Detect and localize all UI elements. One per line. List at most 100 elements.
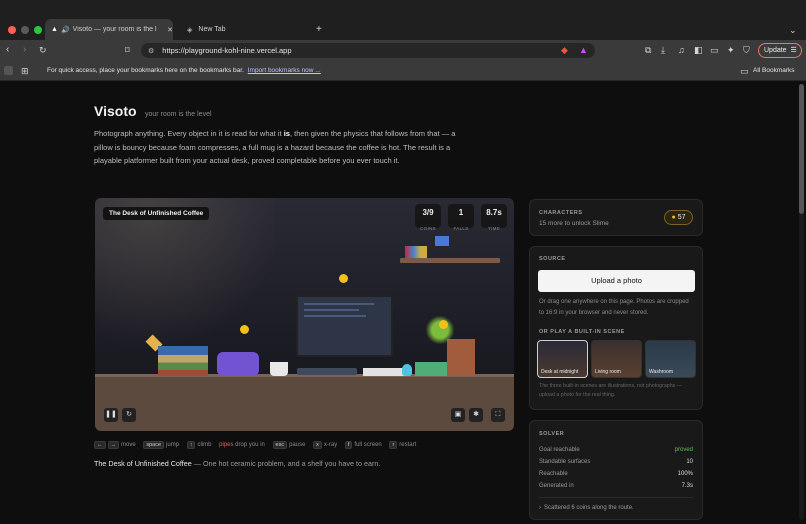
apps-grid-icon[interactable]: ⊞ — [21, 66, 29, 76]
sidebar-toggle-icon[interactable] — [4, 66, 13, 75]
key-left: ← — [94, 441, 106, 449]
plant-pot — [415, 362, 447, 376]
upload-photo-button[interactable]: Upload a photo — [538, 270, 695, 292]
sidebar-icon[interactable]: ◧ — [694, 45, 703, 55]
coin — [339, 274, 348, 283]
solver-row-surfaces: Standable surfaces 10 — [539, 459, 693, 465]
time-counter: 8.7s TIME — [481, 204, 507, 231]
brave-shield-icon: ◈ — [187, 26, 193, 34]
page-header: Visoto your room is the level — [94, 103, 212, 121]
menu-icon: ☰ — [790, 47, 797, 54]
divider — [539, 497, 693, 498]
builtin-note: The three built-in scenes are illustrati… — [539, 383, 683, 398]
wallet-icon[interactable]: ▭ — [710, 45, 719, 55]
scene-washroom[interactable]: Washroom — [645, 340, 696, 378]
controls-legend: ← → move space jump ↑ climb pipes drop you i… — [94, 441, 416, 449]
player-character — [402, 364, 412, 376]
minimize-window-icon[interactable] — [21, 26, 29, 34]
xray-button[interactable]: ▣ — [451, 408, 465, 422]
coin-balance-badge[interactable]: ● 57 — [664, 210, 693, 225]
key-esc: esc — [272, 441, 288, 449]
tab-title: New Tab — [198, 26, 226, 33]
site-settings-icon[interactable]: ⚙ — [148, 47, 154, 55]
import-bookmarks-link[interactable]: Import bookmarks now ... — [248, 67, 321, 74]
reload-icon[interactable]: ↻ — [39, 45, 47, 55]
source-heading: SOURCE — [539, 256, 566, 262]
characters-subtext: 15 more to unlock Slime — [539, 220, 609, 227]
page-scrollbar[interactable] — [799, 84, 804, 520]
tab-new-tab[interactable]: ◈ New Tab — [183, 19, 313, 40]
restart-button[interactable]: ↻ — [122, 408, 136, 422]
paper-stack — [363, 368, 407, 376]
coin-count: 57 — [677, 214, 686, 221]
scene-label: Living room — [595, 369, 621, 375]
page-tagline: your room is the level — [144, 111, 212, 118]
scene-label: Desk at midnight — [541, 369, 579, 375]
back-icon[interactable]: ‹ — [6, 45, 9, 55]
tab-visoto[interactable]: ▲ 🔊 Visoto — your room is the l ✕ — [45, 19, 173, 40]
media-icon[interactable]: ♫ — [678, 45, 685, 55]
bookmark-icon[interactable]: ⌑ — [125, 45, 130, 55]
address-bar[interactable]: ⚙ https://playground-kohl-nine.vercel.ap… — [141, 43, 595, 58]
key-space: space — [143, 441, 165, 449]
shelf-books — [405, 246, 427, 258]
level-name-badge: The Desk of Unfinished Coffee — [103, 207, 210, 220]
update-label: Update — [764, 47, 787, 54]
intro-paragraph: Photograph anything. Every object in it … — [94, 129, 456, 165]
fullscreen-button[interactable]: ⛶ — [491, 408, 505, 422]
scene-desk-at-midnight[interactable]: Desk at midnight — [537, 340, 588, 378]
leo-ai-icon[interactable]: ✦ — [727, 45, 735, 55]
brave-shields-icon[interactable]: ◆ — [561, 45, 568, 55]
purple-box — [217, 352, 259, 376]
falls-counter: 1 FALLS — [448, 204, 474, 231]
key-r: r — [389, 441, 398, 449]
page-title: Visoto — [94, 103, 137, 119]
key-up: ↑ — [186, 441, 196, 449]
solver-heading: SOLVER — [539, 431, 565, 437]
favicon-icon: ▲ — [51, 26, 58, 33]
builtin-scenes-heading: OR PLAY A BUILT-IN SCENE — [539, 329, 625, 335]
key-f: f — [344, 441, 353, 449]
close-window-icon[interactable] — [8, 26, 16, 34]
update-button[interactable]: Update ☰ — [758, 43, 802, 58]
new-tab-icon[interactable]: + — [316, 25, 322, 35]
scene-living-room[interactable]: Living room — [591, 340, 642, 378]
solver-row-reachable: Reachable 100% — [539, 471, 693, 477]
folder-icon: ▭ — [740, 66, 749, 76]
tab-close-icon[interactable]: ✕ — [167, 26, 173, 34]
coins-counter: 3/9 COINS — [415, 204, 441, 231]
coin-icon: ● — [671, 214, 676, 221]
forward-icon[interactable]: › — [23, 45, 26, 55]
tab-search-chevron-icon[interactable]: ⌄ — [789, 25, 797, 35]
pause-button[interactable]: ❚❚ — [104, 408, 118, 422]
upload-hint: Or drag one anywhere on this page. Photo… — [539, 299, 689, 316]
solver-row-goal: Goal reachable proved — [539, 447, 693, 453]
zoom-window-icon[interactable] — [34, 26, 42, 34]
tab-title: Visoto — your room is the l — [72, 26, 157, 33]
solver-footnote[interactable]: › Scattered 6 coins along the route. — [539, 505, 634, 511]
scene-label: Washroom — [649, 369, 673, 375]
monitor — [296, 295, 393, 357]
coin — [240, 325, 249, 334]
source-card: SOURCE Upload a photo Or drag one anywhe… — [529, 246, 703, 410]
characters-card: CHARACTERS 15 more to unlock Slime ● 57 — [529, 199, 703, 236]
scrollbar-thumb[interactable] — [799, 84, 804, 214]
upload-label: Upload a photo — [591, 276, 642, 285]
speaker-icon[interactable]: 🔊 — [61, 26, 70, 34]
coffee-mug — [270, 362, 288, 376]
book-stack — [158, 346, 208, 376]
brave-rewards-icon[interactable]: ▲ — [579, 45, 588, 55]
all-bookmarks-button[interactable]: All Bookmarks — [753, 67, 795, 74]
url-text: https://playground-kohl-nine.vercel.app — [162, 46, 292, 55]
game-canvas[interactable]: The Desk of Unfinished Coffee 3/9 COINS 1… — [95, 198, 514, 431]
settings-button[interactable]: ✱ — [469, 408, 483, 422]
downloads-icon[interactable]: ⤓ — [661, 45, 665, 55]
expand-chevron-icon: › — [539, 505, 541, 511]
vpn-icon[interactable]: ⛉ — [743, 45, 750, 55]
extensions-icon[interactable]: ⧉ — [645, 45, 651, 55]
shelf — [400, 258, 500, 263]
key-x: x — [313, 441, 322, 449]
box-stack — [447, 339, 475, 376]
bookmarks-prompt: For quick access, place your bookmarks h… — [47, 67, 321, 74]
level-caption: The Desk of Unfinished Coffee — One hot … — [94, 459, 381, 468]
